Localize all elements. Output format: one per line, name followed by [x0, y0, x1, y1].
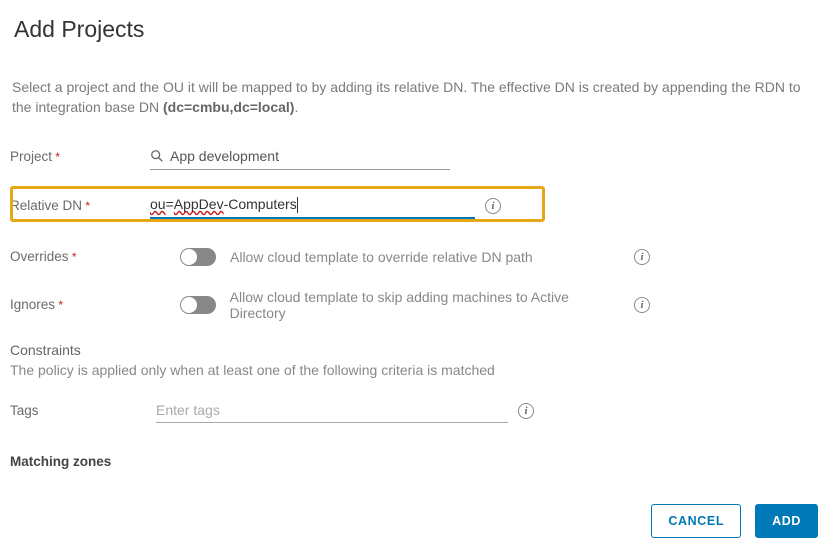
project-field[interactable] — [150, 144, 450, 170]
ignores-label: Ignores — [10, 297, 150, 312]
ignores-row: Ignores Allow cloud template to skip add… — [10, 288, 822, 322]
text-caret — [297, 197, 298, 213]
info-icon[interactable]: i — [518, 403, 534, 419]
search-icon — [150, 149, 164, 163]
project-label: Project — [10, 149, 150, 164]
dialog-footer: CANCEL ADD — [651, 504, 818, 538]
page-title: Add Projects — [14, 16, 822, 43]
ignores-text: Allow cloud template to skip adding mach… — [230, 289, 624, 321]
constraints-heading: Constraints — [10, 342, 822, 358]
overrides-text: Allow cloud template to override relativ… — [230, 249, 533, 265]
relative-dn-field[interactable]: ou=AppDev-Computers — [150, 193, 475, 219]
info-icon[interactable]: i — [485, 198, 501, 214]
desc-bold: (dc=cmbu,dc=local) — [163, 99, 294, 115]
project-input[interactable] — [170, 148, 450, 164]
overrides-row: Overrides Allow cloud template to overri… — [10, 240, 822, 274]
info-icon[interactable]: i — [634, 249, 650, 265]
overrides-toggle[interactable] — [180, 248, 216, 266]
tags-label: Tags — [10, 403, 150, 418]
cancel-button[interactable]: CANCEL — [651, 504, 741, 538]
desc-prefix: Select a project and the OU it will be m… — [12, 79, 801, 115]
relative-dn-display: ou=AppDev-Computers — [150, 196, 298, 213]
page-description: Select a project and the OU it will be m… — [10, 77, 822, 118]
constraints-description: The policy is applied only when at least… — [10, 362, 822, 378]
desc-suffix: . — [294, 99, 298, 115]
ignores-toggle[interactable] — [180, 296, 216, 314]
tags-input[interactable] — [156, 402, 508, 418]
add-button[interactable]: ADD — [755, 504, 818, 538]
overrides-label: Overrides — [10, 249, 150, 264]
relative-dn-label: Relative DN — [10, 198, 150, 213]
tags-row: Tags i — [10, 394, 822, 428]
tags-field[interactable] — [156, 399, 508, 423]
matching-zones-label: Matching zones — [10, 454, 822, 469]
info-icon[interactable]: i — [634, 297, 650, 313]
project-row: Project — [10, 140, 822, 174]
